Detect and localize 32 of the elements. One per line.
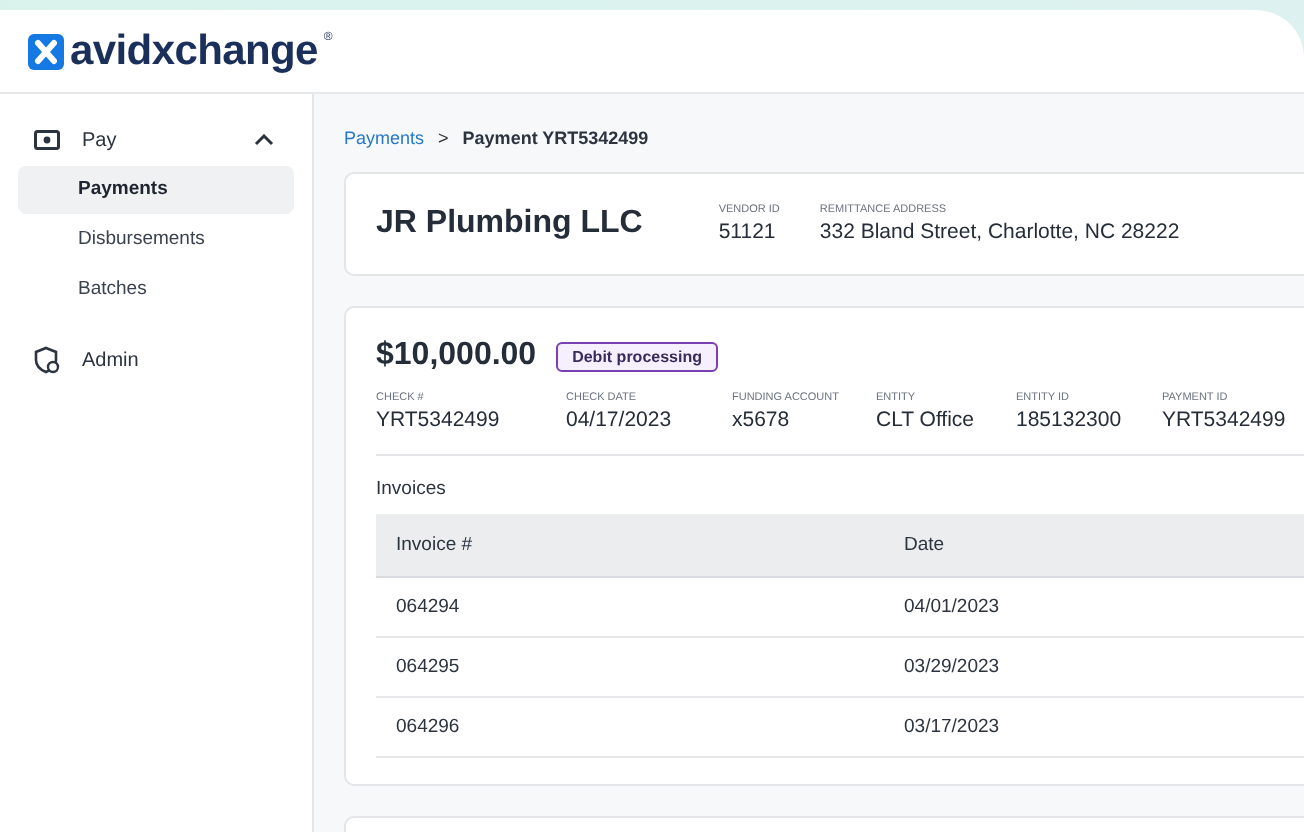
field-value: x5678 (732, 408, 792, 432)
column-header: Invoice # (394, 534, 475, 556)
column-header: Date (902, 534, 945, 556)
breadcrumb-separator: > (438, 128, 449, 148)
field-value: YRT5342499 (376, 408, 502, 432)
payment-amount: $10,000.00 (376, 338, 537, 374)
cash-icon (34, 130, 60, 150)
field-value: YRT5342499 (1162, 408, 1288, 432)
sidebar-item[interactable]: Payments (18, 166, 294, 214)
field-value: 51121 (718, 220, 778, 244)
table-cell-text: 064296 (394, 716, 462, 738)
sidebar-section[interactable]: Pay (18, 118, 294, 162)
field-value: 185132300 (1016, 408, 1124, 432)
sidebar-item[interactable]: Batches (18, 266, 294, 314)
breadcrumb-current: Payment YRT5342499 (462, 128, 649, 148)
field-value: 04/17/2023 (566, 408, 674, 432)
field-value: CLT Office (876, 408, 977, 432)
vendor-name: JR Plumbing LLC (376, 206, 643, 242)
breadcrumb-link[interactable]: Payments (344, 128, 425, 148)
logo-icon (28, 33, 64, 69)
section-title: Invoices (376, 478, 448, 500)
field-value: 332 Bland Street, Charlotte, NC 28222 (819, 220, 1180, 244)
table-cell-text: 03/17/2023 (902, 716, 1000, 738)
brand-name: avidxchange (70, 30, 318, 72)
table-cell-text: 03/29/2023 (902, 656, 1000, 678)
table-cell-text: 064295 (394, 656, 462, 678)
sidebar-section[interactable]: Admin (18, 338, 294, 382)
shield-icon (34, 346, 60, 374)
table-cell-text: 04/01/2023 (902, 596, 1000, 618)
table-cell-text: 064294 (394, 596, 462, 618)
sidebar-item[interactable]: Disbursements (18, 216, 294, 264)
status-badge: Debit processing (556, 341, 718, 371)
